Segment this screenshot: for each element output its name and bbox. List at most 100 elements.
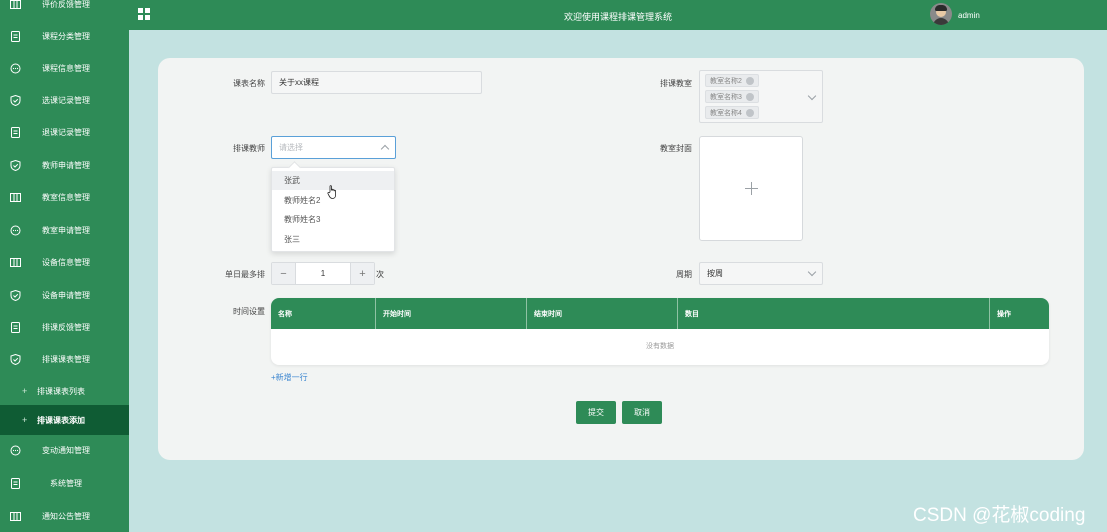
column-header: 名称 [271,298,376,329]
teacher-select[interactable]: 请选择 [271,136,396,159]
sidebar-item-label: 评价反馈管理 [42,0,90,9]
document-icon [9,477,21,489]
sidebar-item-label: 系统管理 [50,478,82,488]
tag-close-icon[interactable] [745,92,754,101]
sidebar-item-label: 排课反馈管理 [42,322,90,332]
sidebar-item-schedule-feedback[interactable]: 排课反馈管理 [0,312,129,342]
grid-icon [9,191,21,203]
max-per-day-stepper[interactable]: − 1 + [271,262,375,285]
sidebar-item-timetable[interactable]: 排课课表管理 [0,344,129,374]
sidebar-item-classroom-info[interactable]: 教室信息管理 [0,182,129,212]
add-row-link[interactable]: +新增一行 [271,372,308,383]
sidebar-item-label: 选课记录管理 [42,95,90,105]
table-empty-text: 没有数据 [646,343,674,350]
shield-check-icon [9,159,21,171]
sidebar-item-label: 排课课表列表 [37,386,85,396]
max-per-day-value[interactable]: 1 [296,269,350,278]
plus-icon: + [22,415,28,425]
sidebar-subitem-timetable-add[interactable]: + 排课课表添加 [0,405,129,435]
shield-check-icon [9,353,21,365]
sidebar-item-label: 通知公告管理 [42,511,90,521]
column-header: 开始时间 [376,298,527,329]
sidebar-item-equipment-info[interactable]: 设备信息管理 [0,247,129,277]
teacher-option[interactable]: 张三 [272,230,394,249]
sidebar-item-classroom-request[interactable]: 教室申请管理 [0,215,129,245]
teacher-label: 排课教师 [233,144,265,153]
sidebar-item-label: 排课课表添加 [37,415,85,425]
cancel-button[interactable]: 取消 [622,401,662,424]
sidebar-item-equipment-request[interactable]: 设备申请管理 [0,280,129,310]
classroom-tag: 教室名称2 [705,74,759,87]
grid-icon [9,256,21,268]
course-name-input[interactable]: 关于xx课程 [271,71,482,94]
chevron-down-icon [807,267,817,277]
sidebar-item-change-notice[interactable]: 变动通知管理 [0,435,129,465]
sidebar-item-feedback[interactable]: 评价反馈管理 [0,0,129,19]
time-settings-table: 名称 开始时间 结束时间 数目 操作 没有数据 [271,298,1049,365]
grid-icon [9,0,21,10]
sidebar-item-label: 课程信息管理 [42,63,90,73]
chevron-down-icon [807,91,817,101]
tag-close-icon[interactable] [745,108,754,117]
shield-check-icon [9,289,21,301]
cover-uploader[interactable] [699,136,803,241]
form-card [158,58,1084,460]
sidebar-item-teacher-request[interactable]: 教师申请管理 [0,150,129,180]
decrement-button[interactable]: − [272,263,296,284]
sidebar-item-label: 排课课表管理 [42,354,90,364]
document-icon [9,126,21,138]
tag-close-icon[interactable] [745,76,754,85]
period-select[interactable]: 按周 [699,262,823,285]
watermark: CSDN @花椒coding [913,505,1086,526]
sidebar-item-label: 课程分类管理 [42,31,90,41]
sidebar-item-system[interactable]: 系统管理 [0,468,129,498]
sidebar-item-label: 设备申请管理 [42,290,90,300]
chat-icon [9,444,21,456]
hand-cursor-icon [327,185,336,199]
username[interactable]: admin [958,11,980,20]
sidebar-item-course-category[interactable]: 课程分类管理 [0,21,129,51]
sidebar-item-label: 设备信息管理 [42,257,90,267]
chat-icon [9,62,21,74]
max-per-day-label: 单日最多排 [225,270,265,279]
column-header: 数目 [678,298,990,329]
chevron-up-icon [380,144,390,154]
submit-button[interactable]: 提交 [576,401,616,424]
period-label: 周期 [676,270,692,279]
sidebar-item-course-info[interactable]: 课程信息管理 [0,53,129,83]
max-per-day-unit: 次 [376,270,384,279]
teacher-dropdown: 张武 教师姓名2 教师姓名3 张三 [271,167,395,252]
increment-button[interactable]: + [350,263,374,284]
classroom-label: 排课教室 [660,79,692,88]
teacher-placeholder: 请选择 [279,143,303,152]
sidebar-item-label: 教室申请管理 [42,225,90,235]
top-bar: 欢迎使用课程排课管理系统 admin [129,0,1107,30]
document-icon [9,30,21,42]
classroom-select[interactable]: 教室名称2 教室名称3 教室名称4 [699,70,823,123]
cover-label: 教室封面 [660,144,692,153]
shield-check-icon [9,94,21,106]
sidebar-item-label: 教师申请管理 [42,160,90,170]
sidebar: 评价反馈管理 课程分类管理 课程信息管理 选课记录管理 退课记录管理 教师申请管… [0,0,129,532]
sidebar-item-announcement[interactable]: 通知公告管理 [0,501,129,531]
column-header: 结束时间 [527,298,678,329]
sidebar-item-label: 变动通知管理 [42,445,90,455]
plus-icon: + [22,386,28,396]
sidebar-item-withdrawal[interactable]: 退课记录管理 [0,117,129,147]
chat-icon [9,224,21,236]
column-header: 操作 [997,310,1011,318]
avatar[interactable] [930,3,952,25]
classroom-tag: 教室名称4 [705,106,759,119]
sidebar-item-label: 退课记录管理 [42,127,90,137]
table-header: 名称 开始时间 结束时间 数目 操作 [271,298,1049,329]
document-icon [9,321,21,333]
sidebar-subitem-timetable-list[interactable]: + 排课课表列表 [0,376,129,406]
time-settings-label: 时间设置 [233,307,265,316]
course-name-value: 关于xx课程 [279,78,319,87]
classroom-tag: 教室名称3 [705,90,759,103]
grid-icon [9,510,21,522]
sidebar-item-enrollment[interactable]: 选课记录管理 [0,85,129,115]
period-value: 按周 [707,269,723,278]
teacher-option[interactable]: 教师姓名3 [272,210,394,229]
sidebar-item-label: 教室信息管理 [42,192,90,202]
